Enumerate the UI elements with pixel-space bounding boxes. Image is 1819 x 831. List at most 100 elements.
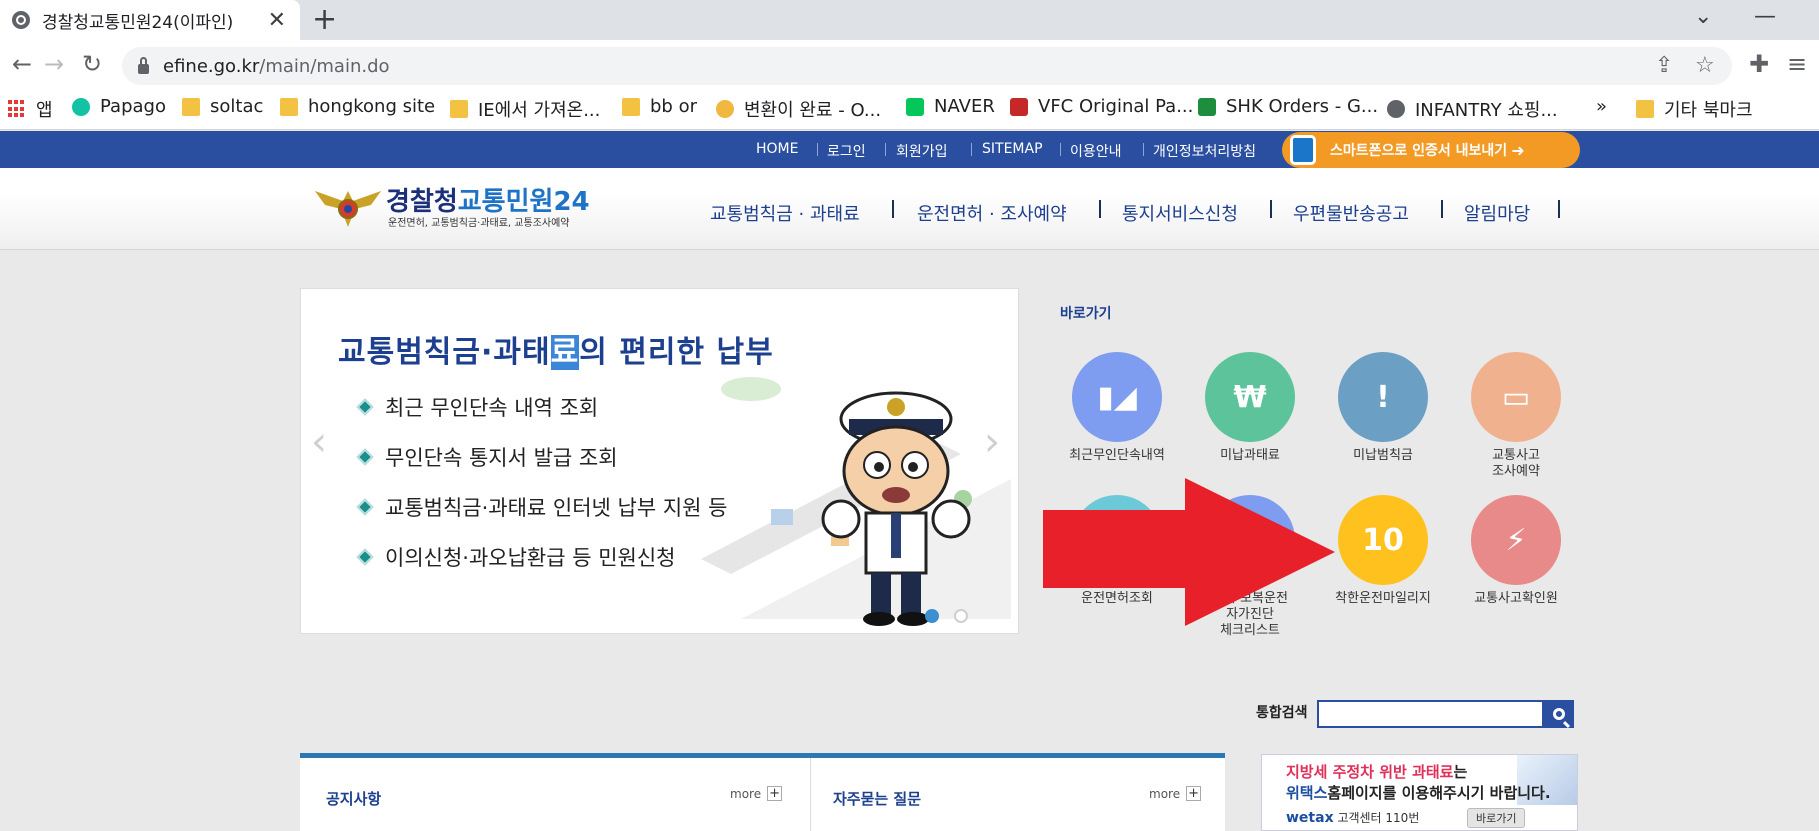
accident-icon: ⚡ [1471, 495, 1561, 585]
bookmark-label: 앱 [36, 100, 53, 121]
gnb-divider [1099, 200, 1101, 218]
link-privacy[interactable]: 개인정보처리방침 [1153, 141, 1256, 161]
gnb-notification[interactable]: 통지서비스신청 [1122, 200, 1238, 226]
address-bar[interactable]: efine.go.kr /main/main.do ⇪ ☆ [122, 47, 1732, 85]
link-home[interactable]: HOME [756, 141, 798, 157]
slider-prev-icon[interactable]: ‹ [311, 419, 327, 465]
bookmark-papago[interactable]: Papago [72, 96, 166, 117]
wetax-highlight: 지방세 주정차 위반 과태료 [1286, 763, 1454, 781]
search-input[interactable] [1317, 700, 1544, 728]
bookmark-other[interactable]: 기타 북마크 [1636, 96, 1753, 122]
wetax-call-center: 고객센터 110번 [1337, 811, 1420, 825]
quick-accident-reservation[interactable]: ▭ 교통사고 조사예약 [1456, 352, 1576, 480]
link-signup[interactable]: 회원가입 [896, 141, 948, 161]
bookmark-converter[interactable]: 변환이 완료 - O... [716, 96, 881, 122]
folder-icon [622, 97, 640, 116]
mle-icon [1010, 97, 1028, 116]
bookmark-infantry[interactable]: INFANTRY 쇼핑... [1387, 96, 1558, 122]
star-icon[interactable]: ☆ [1695, 53, 1715, 78]
search-label: 통합검색 [1256, 705, 1308, 721]
quick-good-driving-mileage[interactable]: 10 착한운전마일리지 [1323, 495, 1443, 607]
bookmark-label: Papago [100, 96, 166, 117]
bookmark-overflow[interactable]: » [1596, 96, 1607, 117]
quick-unpaid-fine[interactable]: ₩ 미납과태료 [1190, 352, 1310, 464]
browser-tab[interactable]: 경찰청교통민원24(이파인) ✕ [0, 0, 300, 40]
browser-tab-bar: 경찰청교통민원24(이파인) ✕ + ⌄ — [0, 0, 1819, 40]
link-guide[interactable]: 이용안내 [1070, 141, 1122, 161]
quick-recent-enforcement[interactable]: ▮◢ 최근무인단속내역 [1057, 352, 1177, 464]
banner-list-item[interactable]: 무인단속 통지서 발급 조회 [356, 442, 618, 472]
share-icon[interactable]: ⇪ [1655, 53, 1673, 78]
banner-list-item[interactable]: 교통범칙금·과태료 인터넷 납부 지원 등 [356, 492, 728, 522]
main-banner[interactable]: 교통범칙금·과태료의 편리한 납부 최근 무인단속 내역 조회 무인단속 통지서… [300, 288, 1019, 634]
faq-title[interactable]: 자주묻는 질문 [833, 788, 921, 809]
site-utility-bar: HOME 로그인 회원가입 SITEMAP 이용안내 개인정보처리방침 스마트폰… [0, 131, 1819, 168]
faq-board: 자주묻는 질문 more + [811, 758, 1225, 831]
banner-list-item[interactable]: 최근 무인단속 내역 조회 [356, 392, 598, 422]
quick-label: 교통사고확인원 [1474, 591, 1558, 606]
link-login[interactable]: 로그인 [827, 141, 866, 161]
search-button[interactable] [1543, 700, 1574, 728]
gnb-fines[interactable]: 교통범칙금 · 과태료 [710, 200, 860, 226]
bookmark-shk-orders[interactable]: SHK Orders - G... [1198, 96, 1378, 117]
mileage-icon: 10 [1338, 495, 1428, 585]
faq-more-button[interactable]: more + [1149, 786, 1202, 801]
police-emblem-icon[interactable] [313, 183, 383, 229]
bookmark-hongkong[interactable]: hongkong site [280, 96, 435, 117]
quick-accident-certificate[interactable]: ⚡ 교통사고확인원 [1456, 495, 1576, 607]
bookmark-label: INFANTRY 쇼핑... [1415, 100, 1558, 121]
reading-list-icon[interactable]: ≡ [1787, 50, 1807, 78]
slider-next-icon[interactable]: › [984, 419, 1000, 465]
close-tab-icon[interactable]: ✕ [268, 8, 286, 33]
folder-icon [450, 100, 468, 118]
slider-dot-2[interactable] [954, 609, 968, 623]
gnb-notice[interactable]: 알림마당 [1464, 200, 1530, 226]
slider-dot-1[interactable] [925, 609, 939, 623]
lock-icon [138, 56, 149, 74]
bookmark-bb-or[interactable]: bb or [622, 96, 697, 117]
bookmark-soltac[interactable]: soltac [182, 96, 263, 117]
folder-icon [280, 97, 298, 116]
tab-search-icon[interactable]: ⌄ [1694, 4, 1712, 29]
extensions-icon[interactable]: ✚ [1749, 50, 1769, 78]
link-sitemap[interactable]: SITEMAP [982, 141, 1043, 157]
notice-title[interactable]: 공지사항 [326, 788, 381, 809]
minimize-icon[interactable]: — [1754, 4, 1776, 29]
quick-unpaid-penalty[interactable]: ! 미납범칙금 [1323, 352, 1443, 464]
notice-more-button[interactable]: more + [730, 786, 783, 801]
back-icon[interactable]: ← [12, 50, 32, 78]
smartphone-cert-export-button[interactable]: 스마트폰으로 인증서 내보내기 ➜ [1282, 132, 1580, 168]
wetax-banner[interactable]: 지방세 주정차 위반 과태료는 위택스홈페이지를 이용해주시기 바랍니다. we… [1261, 754, 1578, 831]
boards-panel: 공지사항 more + 자주묻는 질문 more + [300, 753, 1225, 831]
wetax-line-3: wetax 고객센터 110번 [1286, 809, 1419, 826]
bookmark-ie-import[interactable]: IE에서 가져온... [450, 96, 600, 122]
wetax-highlight: 위택스 [1286, 784, 1328, 802]
quick-label: 미납범칙금 [1353, 448, 1413, 463]
site-logo[interactable]: 경찰청교통민원24 [386, 181, 590, 218]
bookmark-naver[interactable]: NAVER [906, 96, 995, 117]
bookmark-apps[interactable]: 앱 [8, 96, 53, 122]
naver-icon [906, 97, 924, 116]
banner-list-item[interactable]: 이의신청·과오납환급 등 민원신청 [356, 542, 676, 572]
gnb-returned-mail[interactable]: 우편물반송공고 [1293, 200, 1409, 226]
forward-icon[interactable]: → [44, 50, 64, 78]
gnb-license[interactable]: 운전면허 · 조사예약 [917, 200, 1067, 226]
bookmark-vfc[interactable]: VFC Original Pa... [1010, 96, 1193, 117]
plus-icon: + [767, 786, 783, 801]
banner-title-part: 교통범칙금·과태 [338, 335, 551, 370]
url-host: efine.go.kr [163, 55, 260, 77]
smartphone-icon [1290, 135, 1316, 165]
diamond-bullet-icon [356, 498, 374, 516]
banner-item-text: 교통범칙금·과태료 인터넷 납부 지원 등 [385, 496, 728, 520]
logo-subtitle: 운전면허, 교통범칙금·과태료, 교통조사예약 [388, 218, 570, 229]
reload-icon[interactable]: ↻ [82, 50, 102, 78]
quick-label: 최근무인단속내역 [1069, 448, 1165, 463]
bookmark-label: SHK Orders - G... [1226, 96, 1379, 117]
globe-icon [12, 11, 30, 29]
bookmark-label: 기타 북마크 [1664, 100, 1753, 121]
new-tab-icon[interactable]: + [312, 2, 337, 37]
computer-icon: ▭ [1471, 352, 1561, 442]
wetax-go-button[interactable]: 바로가기 [1467, 808, 1526, 828]
gnb-divider [1441, 200, 1443, 218]
bookmarks-bar: 앱 Papago soltac hongkong site IE에서 가져온..… [0, 90, 1819, 130]
